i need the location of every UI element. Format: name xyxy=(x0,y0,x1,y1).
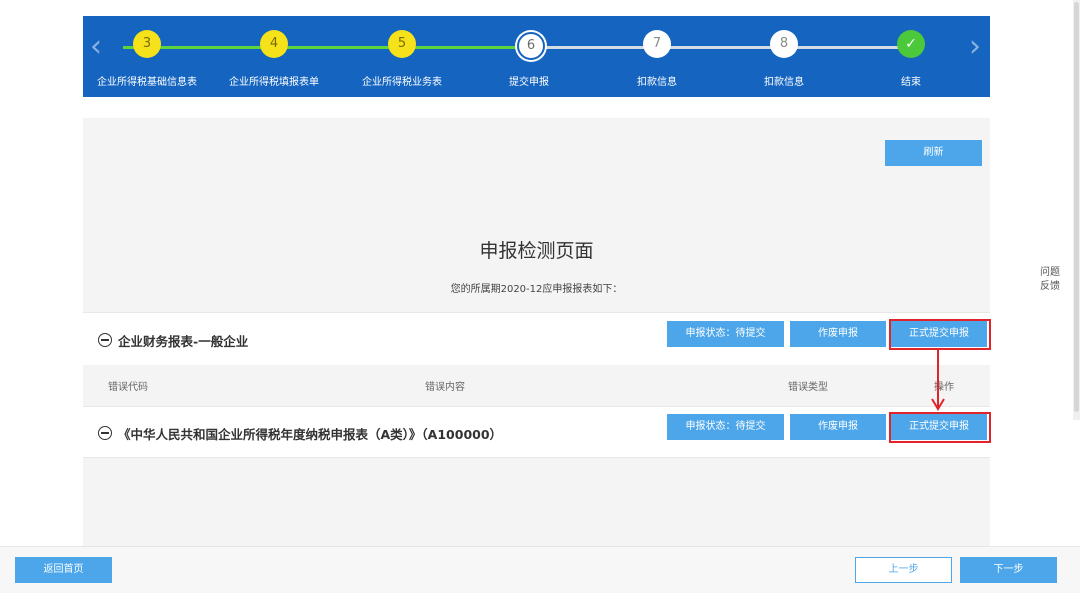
error-table-header: 错误代码 错误内容 错误类型 操作 xyxy=(83,365,990,405)
step-number: 3 xyxy=(133,30,161,58)
highlight-box xyxy=(889,319,991,350)
collapse-icon[interactable] xyxy=(98,426,112,440)
column-header-error-content: 错误内容 xyxy=(425,382,465,393)
feedback-label-2: 反馈 xyxy=(1040,281,1060,292)
page-title: 申报检测页面 xyxy=(479,240,594,262)
scrollbar[interactable] xyxy=(1073,0,1080,420)
step-number: 8 xyxy=(770,30,798,58)
scrollbar-thumb[interactable] xyxy=(1074,2,1079,412)
feedback-label-1: 问题 xyxy=(1040,267,1060,278)
collapse-icon[interactable] xyxy=(98,333,112,347)
highlight-box xyxy=(889,412,991,443)
report-section-annual-tax: 《中华人民共和国企业所得税年度纳税申报表（A类）》（A100000） 申报状态：… xyxy=(83,406,991,458)
previous-step-button[interactable]: 上一步 xyxy=(855,557,952,583)
detection-panel: 刷新 申报检测页面 您的所属期2020-12应申报报表如下： 企业财务报表-一般… xyxy=(83,118,991,548)
return-home-button[interactable]: 返回首页 xyxy=(15,557,112,583)
column-header-error-type: 错误类型 xyxy=(788,382,828,393)
section-title: 《中华人民共和国企业所得税年度纳税申报表（A类）》（A100000） xyxy=(118,427,503,442)
status-button[interactable]: 申报状态：待提交 xyxy=(667,414,784,440)
step-finish[interactable]: ✓ 结束 xyxy=(836,16,986,97)
step-number: 7 xyxy=(643,30,671,58)
red-arrow-icon xyxy=(931,349,945,411)
step-number: 5 xyxy=(388,30,416,58)
checkmark-icon: ✓ xyxy=(897,30,925,58)
feedback-button[interactable]: 问题 反馈 xyxy=(1034,266,1066,304)
report-section-financial: 企业财务报表-一般企业 申报状态：待提交 作废申报 正式提交申报 xyxy=(83,312,991,365)
status-button[interactable]: 申报状态：待提交 xyxy=(667,321,784,347)
bottom-action-bar: 返回首页 上一步 下一步 xyxy=(0,546,1080,593)
step-number: 6 xyxy=(517,32,545,60)
next-step-button[interactable]: 下一步 xyxy=(960,557,1057,583)
page-subtitle: 您的所属期2020-12应申报报表如下： xyxy=(450,284,623,295)
column-header-error-code: 错误代码 xyxy=(108,382,148,393)
void-declaration-button[interactable]: 作废申报 xyxy=(790,321,886,347)
refresh-button[interactable]: 刷新 xyxy=(885,140,982,166)
void-declaration-button[interactable]: 作废申报 xyxy=(790,414,886,440)
step-progress-bar: ‹ › 3 企业所得税基础信息表 4 企业所得税填报表单 5 企业所得税业务表 … xyxy=(83,16,990,97)
step-number: 4 xyxy=(260,30,288,58)
section-title: 企业财务报表-一般企业 xyxy=(118,334,249,349)
step-label: 结束 xyxy=(901,77,921,88)
